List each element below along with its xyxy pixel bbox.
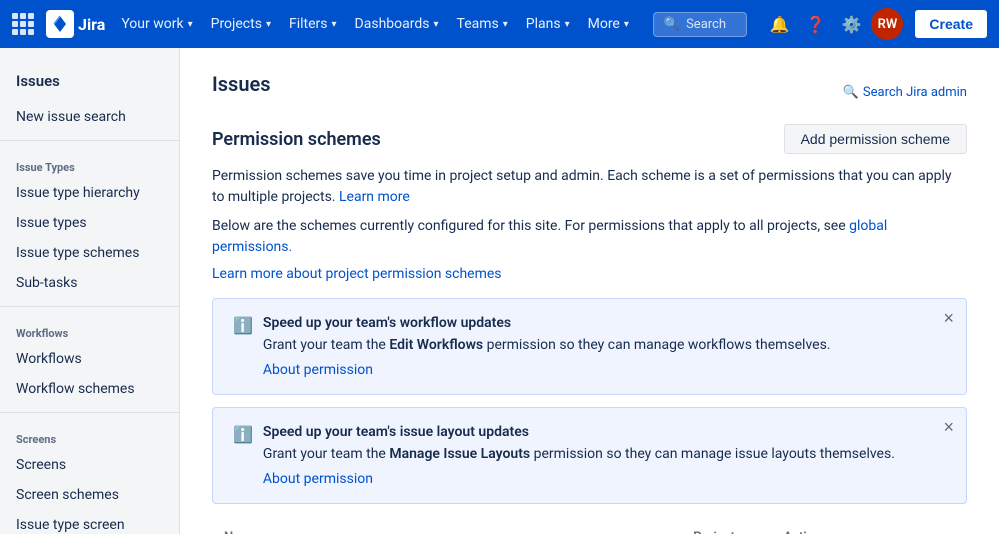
close-info-box-1-button[interactable]: × <box>943 309 954 327</box>
info-icon-1: ℹ️ <box>233 316 253 335</box>
section-title: Permission schemes <box>212 129 381 150</box>
app-switcher-icon[interactable] <box>12 13 34 35</box>
sidebar-item-screens[interactable]: Screens <box>0 450 179 480</box>
sidebar-title: Issues <box>0 64 179 102</box>
schemes-table: Name Projects Actions Default Permission… <box>212 520 967 534</box>
sidebar-item-issue-types[interactable]: Issue types <box>0 208 179 238</box>
nav-more[interactable]: More ▾ <box>580 10 637 38</box>
sidebar-item-issue-type-schemes[interactable]: Issue type schemes <box>0 238 179 268</box>
help-icon[interactable]: ❓ <box>799 8 831 40</box>
search-placeholder: Search <box>686 17 726 32</box>
info-box-2-text: Grant your team the Manage Issue Layouts… <box>263 444 895 465</box>
page-layout: Issues New issue search Issue Types Issu… <box>0 48 999 534</box>
description-line1: Permission schemes save you time in proj… <box>212 166 967 208</box>
nav-teams[interactable]: Teams ▾ <box>449 10 516 38</box>
sidebar-item-new-issue-search[interactable]: New issue search <box>0 102 179 132</box>
avatar[interactable]: RW <box>871 8 903 40</box>
info-box-1-title: Speed up your team's workflow updates <box>263 315 831 331</box>
sidebar-section-screens: Screens <box>0 421 179 450</box>
nav-icons: 🔔 ❓ ⚙️ RW <box>763 8 903 40</box>
learn-more-link[interactable]: Learn more <box>339 189 410 205</box>
col-projects: Projects <box>681 520 771 534</box>
close-info-box-2-button[interactable]: × <box>943 418 954 436</box>
sidebar-item-workflows[interactable]: Workflows <box>0 344 179 374</box>
learn-more-project-link[interactable]: Learn more about project permission sche… <box>212 266 502 282</box>
nav-filters[interactable]: Filters ▾ <box>281 10 345 38</box>
info-box-workflow: × ℹ️ Speed up your team's workflow updat… <box>212 298 967 395</box>
sidebar-item-workflow-schemes[interactable]: Workflow schemes <box>0 374 179 404</box>
jira-logo[interactable]: Jira <box>46 10 105 38</box>
col-actions: Actions <box>772 520 967 534</box>
table-header-row: Name Projects Actions <box>212 520 967 534</box>
create-button[interactable]: Create <box>915 10 987 38</box>
sidebar-item-screen-schemes[interactable]: Screen schemes <box>0 480 179 510</box>
nav-projects[interactable]: Projects ▾ <box>203 10 279 38</box>
sidebar-item-issue-type-hierarchy[interactable]: Issue type hierarchy <box>0 178 179 208</box>
sidebar-item-sub-tasks[interactable]: Sub-tasks <box>0 268 179 298</box>
sidebar-section-issue-types: Issue Types <box>0 149 179 178</box>
search-admin-icon: 🔍 <box>843 85 859 100</box>
sidebar-section-workflows: Workflows <box>0 315 179 344</box>
search-icon: 🔍 <box>664 17 680 32</box>
notifications-icon[interactable]: 🔔 <box>763 8 795 40</box>
top-navigation: Jira Your work ▾ Projects ▾ Filters ▾ Da… <box>0 0 999 48</box>
nav-links: Your work ▾ Projects ▾ Filters ▾ Dashboa… <box>113 10 637 38</box>
info-box-1-text: Grant your team the Edit Workflows permi… <box>263 335 831 356</box>
sidebar: Issues New issue search Issue Types Issu… <box>0 48 180 534</box>
nav-plans[interactable]: Plans ▾ <box>518 10 578 38</box>
settings-icon[interactable]: ⚙️ <box>835 8 867 40</box>
page-title: Issues <box>212 72 271 96</box>
info-box-2-title: Speed up your team's issue layout update… <box>263 424 895 440</box>
description-line2: Below are the schemes currently configur… <box>212 216 967 258</box>
nav-your-work[interactable]: Your work ▾ <box>113 10 200 38</box>
info-icon-2: ℹ️ <box>233 425 253 444</box>
page-header: Issues 🔍 Search Jira admin <box>212 72 967 112</box>
add-permission-scheme-button[interactable]: Add permission scheme <box>784 124 967 154</box>
main-content: Issues 🔍 Search Jira admin Permission sc… <box>180 48 999 534</box>
info-box-2-link[interactable]: About permission <box>263 471 373 487</box>
sidebar-item-issue-type-screen-schemes[interactable]: Issue type screen schemes <box>0 510 179 534</box>
col-name: Name <box>212 520 681 534</box>
search-admin-link[interactable]: 🔍 Search Jira admin <box>843 85 967 100</box>
search-bar[interactable]: 🔍 Search <box>653 12 748 37</box>
info-box-issue-layout: × ℹ️ Speed up your team's issue layout u… <box>212 407 967 504</box>
info-box-1-link[interactable]: About permission <box>263 362 373 378</box>
nav-dashboards[interactable]: Dashboards ▾ <box>347 10 447 38</box>
